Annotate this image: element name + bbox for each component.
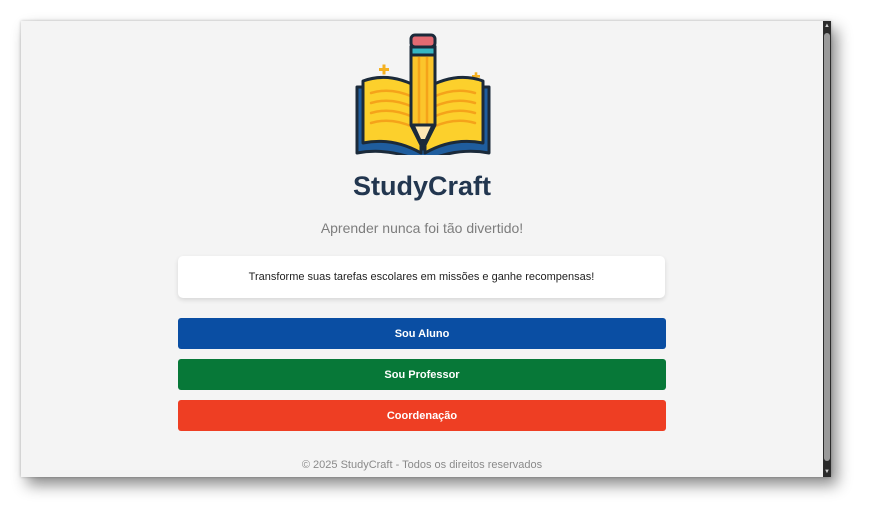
tagline-text: Transforme suas tarefas escolares em mis… bbox=[248, 271, 595, 283]
page-subtitle: Aprender nunca foi tão divertido! bbox=[320, 220, 524, 236]
tagline-card: Transforme suas tarefas escolares em mis… bbox=[178, 256, 665, 298]
scroll-down-arrow-icon[interactable]: ▼ bbox=[823, 468, 831, 476]
student-button-label: Sou Aluno bbox=[394, 327, 450, 340]
app-window: StudyCraft Aprender nunca foi tão divert… bbox=[21, 21, 831, 477]
vertical-scrollbar[interactable]: ▲ ▼ bbox=[823, 21, 831, 477]
scrollbar-thumb[interactable] bbox=[824, 33, 830, 461]
coordination-button-label: Coordenação bbox=[386, 409, 458, 422]
page-title: StudyCraft bbox=[352, 171, 491, 201]
student-button[interactable]: Sou Aluno bbox=[178, 318, 666, 349]
teacher-button-label: Sou Professor bbox=[384, 368, 460, 381]
coordination-button[interactable]: Coordenação bbox=[178, 400, 666, 431]
footer-copyright: © 2025 StudyCraft - Todos os direitos re… bbox=[301, 459, 543, 471]
teacher-button[interactable]: Sou Professor bbox=[178, 359, 666, 390]
landing-page: StudyCraft Aprender nunca foi tão divert… bbox=[21, 21, 823, 477]
scroll-up-arrow-icon[interactable]: ▲ bbox=[823, 22, 831, 30]
book-pencil-icon bbox=[355, 33, 491, 155]
